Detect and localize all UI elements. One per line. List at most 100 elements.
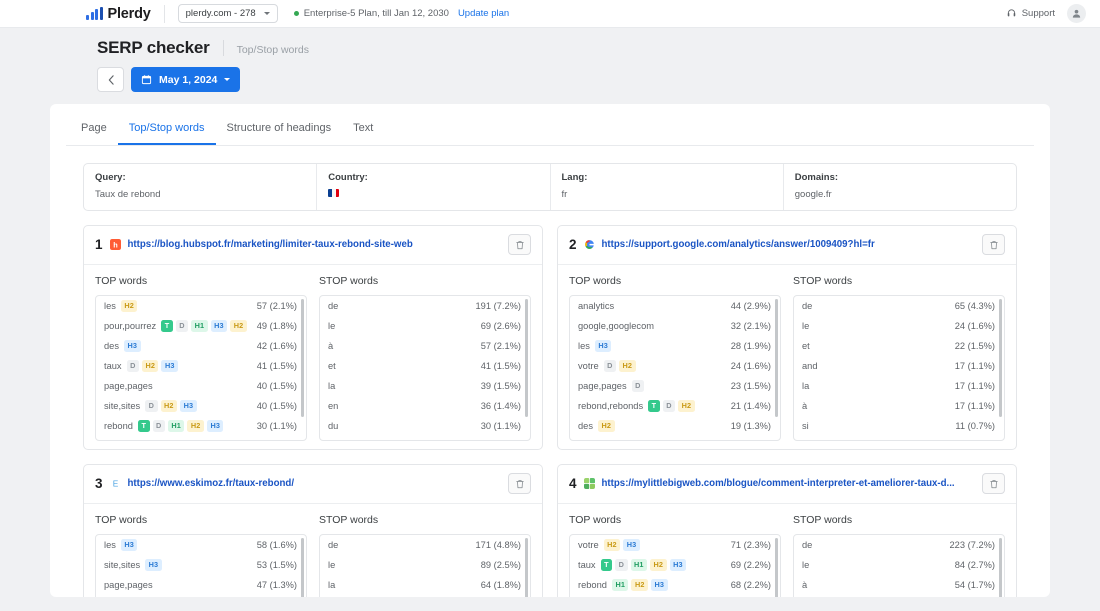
tag-badge-h2: H2 <box>619 359 636 373</box>
main-panel: Page Top/Stop words Structure of headings T… <box>50 104 1050 597</box>
trash-icon <box>989 240 998 249</box>
site-selector-label: plerdy.com - 278 <box>185 8 256 19</box>
tag-badge-h1: H1 <box>611 578 629 592</box>
word-count: 171 (4.8%) <box>475 540 521 550</box>
previous-period-button[interactable] <box>97 67 124 92</box>
word-count: 42 (1.6%) <box>256 341 297 351</box>
result-header: 1 h https://blog.hubspot.fr/marketing/limi… <box>84 226 542 265</box>
tag-group: D <box>631 379 644 393</box>
word-row: rebond,rebonds T D H2 21 (1.4%) <box>570 396 780 416</box>
word-label: le <box>328 321 336 331</box>
word-count: 17 (1.1%) <box>954 401 995 411</box>
tab-label: Page <box>81 122 107 134</box>
tab-text[interactable]: Text <box>342 114 384 145</box>
word-row: de 171 (4.8%) <box>320 535 530 555</box>
support-button[interactable]: Support <box>1006 8 1055 19</box>
word-label: rebond <box>578 580 607 590</box>
word-row: site,sitesH359 (1.9%) <box>570 595 780 597</box>
info-cell-query: Query: Taux de rebond <box>84 164 316 210</box>
tab-page[interactable]: Page <box>70 114 118 145</box>
result-url-link[interactable]: https://support.google.com/analytics/ans… <box>602 239 975 250</box>
tag-badge-h3: H3 <box>180 399 197 413</box>
tag-badge-t: T <box>600 558 613 572</box>
tag-badge-h2: H2 <box>230 319 247 333</box>
tag-badge-h3: H3 <box>145 558 162 572</box>
plan-text: Enterprise-5 Plan, till Jan 12, 2030 <box>303 8 449 19</box>
update-plan-link[interactable]: Update plan <box>458 8 509 19</box>
scrollbar-thumb[interactable] <box>774 299 778 417</box>
word-count: 49 (1.8%) <box>256 321 297 331</box>
date-picker-button[interactable]: May 1, 2024 <box>131 67 241 92</box>
word-label: et <box>802 341 810 351</box>
word-label: votre <box>578 540 599 550</box>
stop-words-box: de 171 (4.8%) le 89 (2.5%) la 64 (1.8%) et58 (… <box>319 534 531 597</box>
site-selector[interactable]: plerdy.com - 278 <box>177 4 278 23</box>
word-label: page,pages <box>578 381 627 391</box>
scrollbar-thumb[interactable] <box>300 299 304 417</box>
delete-result-button[interactable] <box>508 473 531 494</box>
stop-words-column: STOP words de 171 (4.8%) le 89 (2.5%) la 64 (1… <box>319 504 531 597</box>
status-dot-icon <box>293 11 299 16</box>
tag-badge-d: D <box>175 319 189 333</box>
result-url-link[interactable]: https://mylittlebigweb.com/blogue/commen… <box>602 478 975 489</box>
tab-structure-of-headings[interactable]: Structure of headings <box>216 114 343 145</box>
breadcrumb: Top/Stop words <box>236 44 309 56</box>
top-words-title: TOP words <box>95 514 148 526</box>
tag-group: H3 <box>145 558 162 572</box>
word-label: de <box>802 301 813 311</box>
scrollbar-thumb[interactable] <box>524 538 528 597</box>
brand-logo-group[interactable]: Plerdy <box>86 6 151 22</box>
word-count: 22 (1.5%) <box>954 341 995 351</box>
info-cell-lang: Lang: fr <box>549 164 783 210</box>
scrollbar-thumb[interactable] <box>998 299 1002 417</box>
tag-group: H2 <box>598 419 615 433</box>
svg-text:E: E <box>112 480 118 489</box>
scrollbar-thumb[interactable] <box>774 538 778 597</box>
tag-badge-h3: H3 <box>124 339 141 353</box>
result-url-link[interactable]: https://www.eskimoz.fr/taux-rebond/ <box>128 478 501 489</box>
word-count: 28 (1.9%) <box>730 341 771 351</box>
word-row: rebond T D H1 H2 H3 30 (1.1%) <box>96 416 306 436</box>
word-row: et46 (1.5%) <box>794 595 1004 597</box>
calendar-icon <box>141 74 152 85</box>
word-count: 64 (1.8%) <box>480 580 521 590</box>
stop-words-title: STOP words <box>319 514 379 526</box>
word-row: à 57 (2.1%) <box>320 336 530 356</box>
tag-badge-t: T <box>648 399 660 413</box>
tag-badge-d: D <box>152 419 165 433</box>
tag-badge-h2: H2 <box>678 399 695 413</box>
avatar[interactable] <box>1067 4 1086 23</box>
word-count: 17 (1.1%) <box>954 381 995 391</box>
word-label: les <box>578 341 590 351</box>
word-row: et 22 (1.5%) <box>794 336 1004 356</box>
word-count: 191 (7.2%) <box>475 301 521 311</box>
result-header: 2 https://support.google.com/analytics/an… <box>558 226 1016 265</box>
scrollbar-thumb[interactable] <box>300 538 304 597</box>
tag-group: T D H2 <box>648 399 695 413</box>
result-card: 4 https://mylittlebigweb.com/blogue/comme… <box>557 464 1017 597</box>
word-count: 17 (1.1%) <box>954 361 995 371</box>
word-row: page,pages 47 (1.3%) <box>96 575 306 595</box>
top-words-column: TOP words les H3 58 (1.6%) site,sites H3 53 (1… <box>95 504 307 597</box>
word-label: pour,pourrez <box>104 321 157 331</box>
delete-result-button[interactable] <box>982 473 1005 494</box>
header-divider <box>222 40 224 56</box>
word-count: 68 (2.2%) <box>730 580 771 590</box>
word-row: de 65 (4.3%) <box>794 296 1004 316</box>
word-label: and <box>802 361 818 371</box>
query-info-box: Query: Taux de rebond Country: Lang: fr … <box>83 163 1017 211</box>
scrollbar-thumb[interactable] <box>524 299 528 417</box>
tag-badge-h2: H2 <box>160 399 178 413</box>
word-row: page,pages D 23 (1.5%) <box>570 376 780 396</box>
word-list: analytics 44 (2.9%) google,googlecom 32 (2.… <box>570 296 780 436</box>
result-url-link[interactable]: https://blog.hubspot.fr/marketing/limite… <box>128 239 501 250</box>
delete-result-button[interactable] <box>508 234 531 255</box>
word-row: les H3 28 (1.9%) <box>570 336 780 356</box>
word-label: le <box>802 560 810 570</box>
word-label: google,googlecom <box>578 321 654 331</box>
word-count: 44 (2.9%) <box>730 301 771 311</box>
fr-flag-icon <box>328 189 340 197</box>
delete-result-button[interactable] <box>982 234 1005 255</box>
tab-top-stop-words[interactable]: Top/Stop words <box>117 114 216 145</box>
scrollbar-thumb[interactable] <box>998 538 1002 597</box>
